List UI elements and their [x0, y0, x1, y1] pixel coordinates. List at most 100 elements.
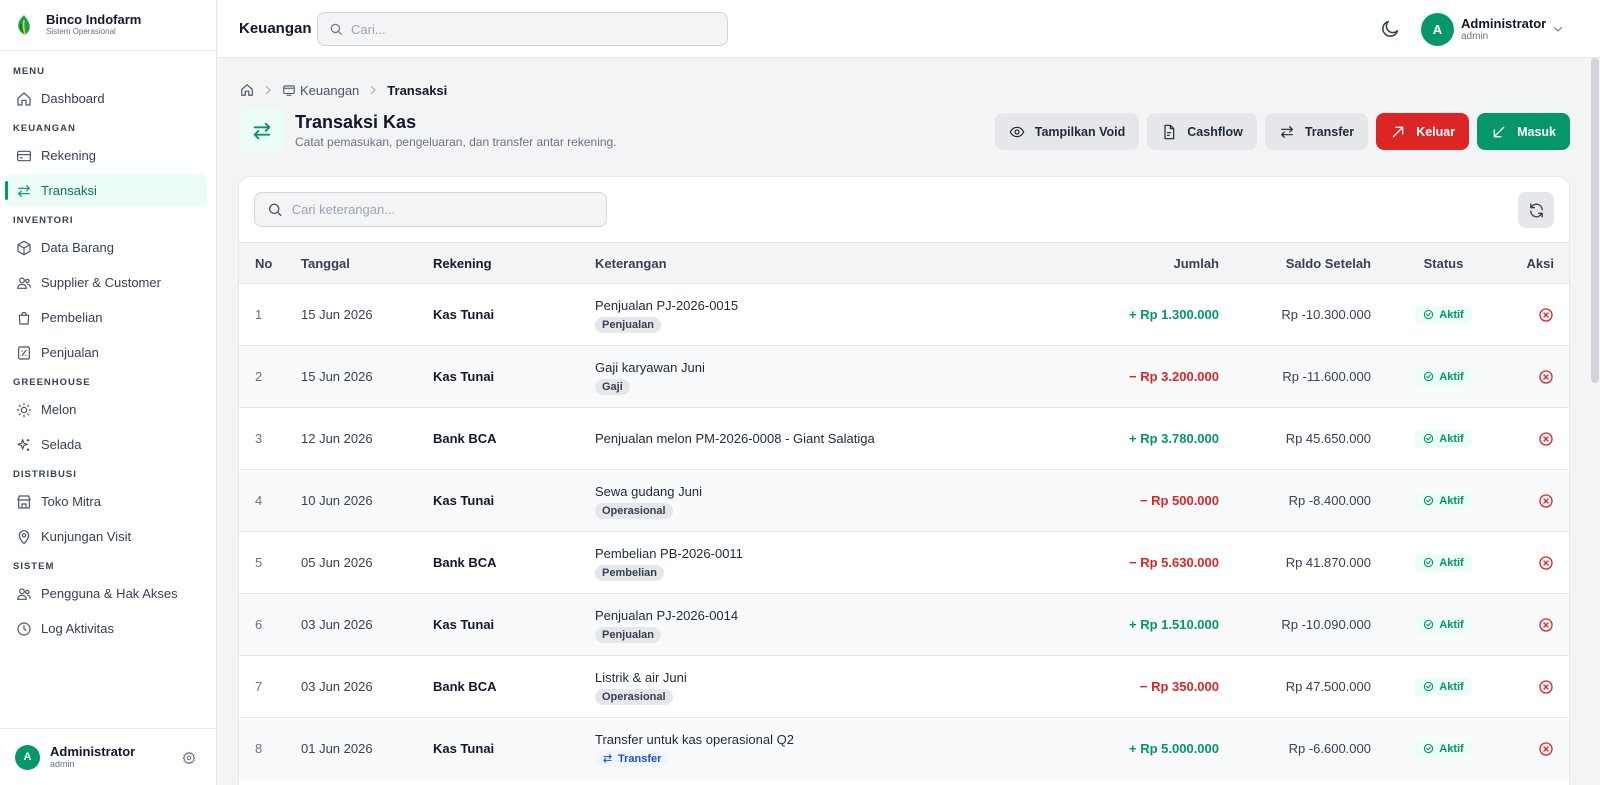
breadcrumb-parent[interactable]: Keuangan: [300, 83, 359, 98]
chevron-right-icon: [266, 86, 271, 94]
void-x-circle-icon[interactable]: [1538, 679, 1554, 695]
brand[interactable]: Binco Indofarm Sistem Operasional: [0, 0, 216, 51]
refresh-button[interactable]: [1518, 192, 1554, 228]
sidebar-item-selada[interactable]: Selada: [6, 428, 207, 461]
void-x-circle-icon[interactable]: [1538, 493, 1554, 509]
show-void-button[interactable]: Tampilkan Void: [994, 113, 1140, 150]
cell-status: Aktif: [1371, 718, 1516, 780]
table-row[interactable]: 2 15 Jun 2026 Kas Tunai Gaji karyawan Juni G…: [239, 345, 1569, 408]
table-row[interactable]: 4 10 Jun 2026 Kas Tunai Sewa gudang Juni Ope…: [239, 469, 1569, 532]
cell-keterangan: Penjualan PJ-2026-0014 Penjualan: [595, 594, 975, 656]
table-row[interactable]: 1 15 Jun 2026 Kas Tunai Penjualan PJ-2026-0…: [239, 283, 1569, 346]
cell-status: Aktif: [1371, 470, 1516, 532]
sidebar-item-dashboard[interactable]: Dashboard: [6, 82, 207, 115]
sidebar-item-data-barang[interactable]: Data Barang: [6, 231, 207, 264]
table-search-input[interactable]: [291, 202, 606, 217]
col-keterangan[interactable]: Keterangan: [595, 243, 975, 284]
cell-rekening: Kas Tunai: [433, 369, 495, 384]
sidebar-item-supplier-customer[interactable]: Supplier & Customer: [6, 266, 207, 299]
avatar: A: [1421, 13, 1454, 46]
cell-rekening: Kas Tunai: [433, 617, 495, 632]
cell-jumlah: − Rp 350.000: [1139, 679, 1219, 694]
sidebar-item-label: Rekening: [41, 148, 96, 163]
page-actions: Tampilkan Void Cashflow Transfer Keluar …: [987, 113, 1570, 150]
cell-tanggal: 15 Jun 2026: [301, 369, 373, 384]
gear-icon[interactable]: [182, 751, 196, 765]
global-search[interactable]: [317, 12, 728, 46]
sidebar-item-rekening[interactable]: Rekening: [6, 139, 207, 172]
category-tag: Transfer: [595, 750, 669, 767]
chevron-down-icon[interactable]: [1552, 23, 1564, 35]
transfer-icon: [603, 754, 612, 763]
col-status[interactable]: Status: [1371, 243, 1516, 284]
wallet-icon: [283, 85, 295, 96]
user-menu[interactable]: A Administrator admin: [1421, 13, 1546, 46]
transfer-button[interactable]: Transfer: [1264, 113, 1369, 150]
keterangan-text: Penjualan melon PM-2026-0008 - Giant Sal…: [595, 430, 875, 446]
table-header-row: No Tanggal Rekening Keterangan Jumlah Sa…: [239, 242, 1569, 284]
category-tag: Penjualan: [595, 626, 661, 643]
cell-keterangan: Listrik & air Juni Operasional: [595, 656, 975, 718]
cell-aksi: [1516, 346, 1569, 408]
global-search-input[interactable]: [351, 21, 691, 37]
void-x-circle-icon[interactable]: [1538, 369, 1554, 385]
sidebar-item-toko-mitra[interactable]: Toko Mitra: [6, 485, 207, 518]
cell-jumlah: − Rp 5.630.000: [1129, 555, 1219, 570]
table-row[interactable]: 8 01 Jun 2026 Kas Tunai Transfer untuk kas …: [239, 717, 1569, 780]
cell-no: 3: [255, 431, 263, 446]
status-badge: Aktif: [1415, 677, 1472, 696]
cell-saldo: Rp -10.090.000: [1281, 617, 1371, 632]
cell-no: 4: [255, 493, 263, 508]
cell-keterangan: Gaji karyawan Juni Gaji: [595, 346, 975, 408]
sidebar-item-log-aktivitas[interactable]: Log Aktivitas: [6, 612, 207, 645]
sidebar-user[interactable]: A Administrator admin: [0, 728, 216, 785]
sidebar-item-label: Data Barang: [41, 240, 114, 255]
cell-aksi: [1516, 532, 1569, 594]
page-scrollbar[interactable]: [1591, 58, 1599, 383]
section-label-inventori: INVENTORI: [13, 215, 74, 226]
cell-rekening: Kas Tunai: [433, 307, 495, 322]
col-no[interactable]: No: [239, 243, 301, 284]
sidebar-nav: MENU Dashboard KEUANGAN Rekening Transak…: [0, 51, 216, 645]
col-tanggal[interactable]: Tanggal: [301, 243, 433, 284]
sidebar-item-pengguna[interactable]: Pengguna & Hak Akses: [6, 577, 207, 610]
sidebar-item-kunjungan-visit[interactable]: Kunjungan Visit: [6, 520, 207, 553]
void-x-circle-icon[interactable]: [1538, 555, 1554, 571]
moon-icon[interactable]: [1380, 18, 1401, 39]
check-circle-icon: [1424, 557, 1434, 568]
sidebar-item-melon[interactable]: Melon: [6, 393, 207, 426]
table-row[interactable]: 7 03 Jun 2026 Bank BCA Listrik & air Juni Op…: [239, 655, 1569, 718]
home-icon[interactable]: [240, 83, 254, 97]
keterangan-text: Sewa gudang Juni: [595, 483, 702, 499]
col-jumlah[interactable]: Jumlah: [975, 243, 1219, 284]
section-label-sistem: SISTEM: [13, 561, 55, 572]
col-rekening[interactable]: Rekening: [433, 243, 595, 284]
status-badge: Aktif: [1415, 491, 1472, 510]
table-row[interactable]: 6 03 Jun 2026 Kas Tunai Penjualan PJ-2026-0…: [239, 593, 1569, 656]
masuk-button[interactable]: Masuk: [1477, 113, 1570, 150]
check-circle-icon: [1424, 309, 1434, 320]
table-search[interactable]: [254, 192, 607, 227]
search-icon: [330, 23, 342, 35]
sidebar-item-transaksi[interactable]: Transaksi: [5, 174, 207, 207]
table-row[interactable]: 3 12 Jun 2026 Bank BCA Penjualan melon PM-2…: [239, 407, 1569, 470]
status-badge: Aktif: [1415, 367, 1472, 386]
void-x-circle-icon[interactable]: [1538, 431, 1554, 447]
cashflow-button[interactable]: Cashflow: [1147, 113, 1257, 150]
void-x-circle-icon[interactable]: [1538, 617, 1554, 633]
cell-tanggal: 01 Jun 2026: [301, 741, 373, 757]
table-row[interactable]: 5 05 Jun 2026 Bank BCA Pembelian PB-2026-00…: [239, 531, 1569, 594]
col-saldo[interactable]: Saldo Setelah: [1219, 243, 1371, 284]
keluar-button[interactable]: Keluar: [1376, 113, 1470, 150]
cell-aksi: [1516, 408, 1569, 470]
cell-tanggal: 12 Jun 2026: [301, 431, 373, 446]
sidebar-item-pembelian[interactable]: Pembelian: [6, 301, 207, 334]
cell-saldo: Rp -6.600.000: [1288, 741, 1371, 757]
void-x-circle-icon[interactable]: [1538, 741, 1554, 757]
arrow-up-right-icon: [1392, 126, 1404, 137]
cell-tanggal: 10 Jun 2026: [301, 493, 373, 508]
cell-rekening: Bank BCA: [433, 555, 497, 570]
user-role: admin: [50, 759, 75, 769]
void-x-circle-icon[interactable]: [1538, 307, 1554, 323]
sidebar-item-penjualan[interactable]: Penjualan: [6, 336, 207, 369]
